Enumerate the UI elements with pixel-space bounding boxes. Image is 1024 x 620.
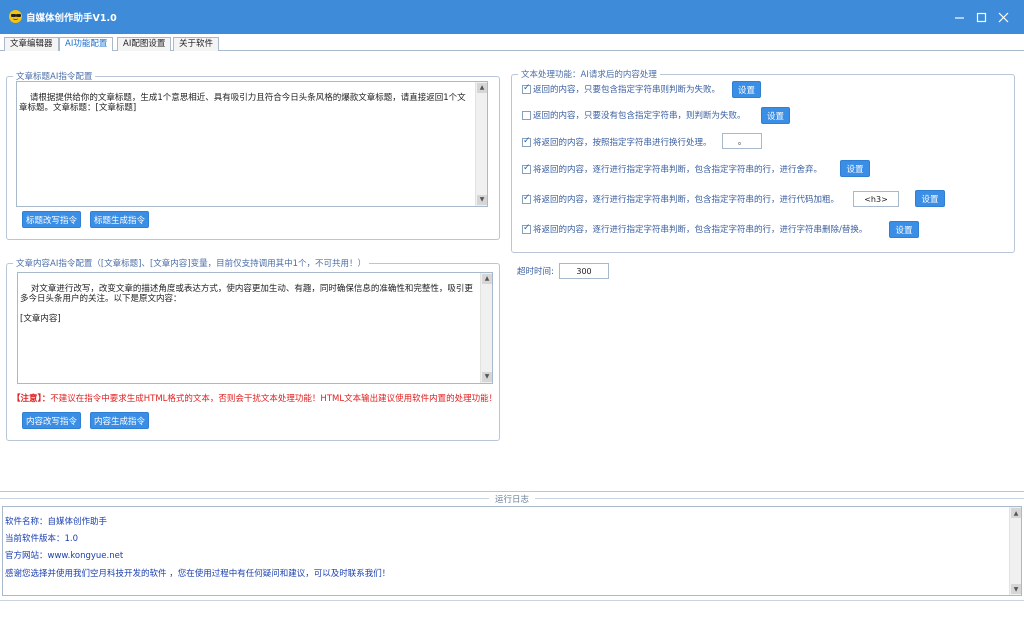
title-bar: 自媒体创作助手V1.0 xyxy=(0,0,1024,34)
tab-article-editor[interactable]: 文章编辑器 xyxy=(4,37,59,51)
checkbox-checked[interactable] xyxy=(522,136,531,147)
scroll-down-icon[interactable]: ▼ xyxy=(477,195,487,205)
minimize-icon xyxy=(954,16,964,19)
bold-tag-input[interactable]: <h3> xyxy=(853,191,899,207)
close-icon xyxy=(998,12,1008,22)
status-bar xyxy=(0,600,1024,620)
option-5-settings-button[interactable]: 设置 xyxy=(915,190,945,207)
log-entry: 当前软件版本：1.0 xyxy=(5,534,79,544)
content-rewrite-prompt-button[interactable]: 内容改写指令 xyxy=(22,412,81,429)
checkbox-unchecked[interactable] xyxy=(522,110,531,120)
app-logo-icon xyxy=(9,10,22,23)
content-generate-prompt-button[interactable]: 内容生成指令 xyxy=(90,412,149,429)
checkbox-checked[interactable] xyxy=(522,193,531,204)
warning-label: 【注意】： xyxy=(12,394,51,404)
content-prompt-legend: 文章内容AI指令配置（[文章标题]、[文章内容]变量，目前仅支持调用其中1个，不… xyxy=(16,259,366,269)
scroll-up-icon[interactable]: ▲ xyxy=(482,274,492,284)
text-processing-legend: 文本处理功能：AI请求后的内容处理 xyxy=(521,70,657,80)
option-fail-if-contains[interactable]: 返回的内容，只要包含指定字符串则判断为失败。 xyxy=(522,82,720,96)
log-textarea[interactable]: 软件名称：自媒体创作助手 当前软件版本：1.0 官方网站：www.kongyue… xyxy=(2,506,1022,596)
option-label: 返回的内容，只要包含指定字符串则判断为失败。 xyxy=(533,85,721,95)
ai-config-panel: 文章标题AI指令配置 请根据提供给你的文章标题，生成1个意思相近、具有吸引力且符… xyxy=(0,51,1024,491)
content-prompt-textarea[interactable]: 对文章进行改写，改变文章的描述角度或表达方式，使内容更加生动、有趣，同时确保信息… xyxy=(17,272,493,384)
maximize-icon xyxy=(976,12,986,22)
log-entry: 官方网站：www.kongyue.net xyxy=(5,551,124,561)
tab-strip: 文章编辑器 AI功能配置 AI配图设置 关于软件 xyxy=(0,34,1024,52)
option-line-break[interactable]: 将返回的内容，按照指定字符串进行换行处理。 xyxy=(522,135,712,149)
scroll-up-icon[interactable]: ▲ xyxy=(1011,508,1021,518)
title-rewrite-prompt-button[interactable]: 标题改写指令 xyxy=(22,211,81,228)
option-6-settings-button[interactable]: 设置 xyxy=(889,221,919,238)
option-label: 将返回的内容，逐行进行指定字符串判断，包含指定字符串的行，进行代码加粗。 xyxy=(533,195,840,205)
option-label: 返回的内容，只要没有包含指定字符串，则判断为失败。 xyxy=(533,111,746,121)
maximize-button[interactable] xyxy=(972,8,990,26)
scroll-up-icon[interactable]: ▲ xyxy=(477,83,487,93)
checkbox-checked[interactable] xyxy=(522,83,531,94)
option-label: 将返回的内容，逐行进行指定字符串判断，包含指定字符串的行，进行字符串删除/替换。 xyxy=(533,225,868,235)
title-prompt-textarea[interactable]: 请根据提供给你的文章标题，生成1个意思相近、具有吸引力且符合今日头条风格的爆款文… xyxy=(16,81,488,207)
log-scrollbar[interactable]: ▲ ▼ xyxy=(1009,507,1021,595)
title-prompt-text: 请根据提供给你的文章标题，生成1个意思相近、具有吸引力且符合今日头条风格的爆款文… xyxy=(19,93,466,113)
warning-text: 不建议在指令中要求生成HTML格式的文本，否则会干扰文本处理功能！HTML文本输… xyxy=(50,394,498,404)
timeout-input[interactable]: 300 xyxy=(559,263,609,279)
option-label: 将返回的内容，逐行进行指定字符串判断，包含指定字符串的行，进行舍弃。 xyxy=(533,165,823,175)
close-button[interactable] xyxy=(994,8,1012,26)
option-4-settings-button[interactable]: 设置 xyxy=(840,160,870,177)
tab-ai-image-settings[interactable]: AI配图设置 xyxy=(117,37,172,51)
checkbox-checked[interactable] xyxy=(522,223,531,234)
scroll-down-icon[interactable]: ▼ xyxy=(482,372,492,382)
timeout-label: 超时时间: xyxy=(517,267,554,277)
title-prompt-scrollbar[interactable]: ▲ ▼ xyxy=(475,82,487,206)
option-bold-lines[interactable]: 将返回的内容，逐行进行指定字符串判断，包含指定字符串的行，进行代码加粗。 xyxy=(522,192,839,206)
run-log-panel: 运行日志 软件名称：自媒体创作助手 当前软件版本：1.0 官方网站：www.ko… xyxy=(0,491,1024,620)
option-1-settings-button[interactable]: 设置 xyxy=(732,81,761,98)
minimize-button[interactable] xyxy=(950,8,968,26)
scroll-down-icon[interactable]: ▼ xyxy=(1011,584,1021,594)
option-label: 将返回的内容，按照指定字符串进行换行处理。 xyxy=(533,138,712,148)
option-fail-if-not-contains[interactable]: 返回的内容，只要没有包含指定字符串，则判断为失败。 xyxy=(522,108,746,122)
title-generate-prompt-button[interactable]: 标题生成指令 xyxy=(90,211,149,228)
html-warning: 【注意】：不建议在指令中要求生成HTML格式的文本，否则会干扰文本处理功能！HT… xyxy=(12,392,497,404)
option-discard-lines[interactable]: 将返回的内容，逐行进行指定字符串判断，包含指定字符串的行，进行舍弃。 xyxy=(522,162,822,176)
content-prompt-text: 对文章进行改写，改变文章的描述角度或表达方式，使内容更加生动、有趣，同时确保信息… xyxy=(20,284,473,324)
option-delete-replace[interactable]: 将返回的内容，逐行进行指定字符串判断，包含指定字符串的行，进行字符串删除/替换。 xyxy=(522,222,867,236)
tab-about[interactable]: 关于软件 xyxy=(173,37,220,51)
log-entry: 软件名称：自媒体创作助手 xyxy=(5,517,108,527)
tab-ai-config[interactable]: AI功能配置 xyxy=(59,37,114,52)
option-2-settings-button[interactable]: 设置 xyxy=(761,107,790,124)
content-prompt-scrollbar[interactable]: ▲ ▼ xyxy=(480,273,492,383)
log-entry: 感谢您选择并使用我们空月科技开发的软件 ，您在使用过程中有任何疑问和建议，可以及… xyxy=(5,569,391,579)
checkbox-checked[interactable] xyxy=(522,163,531,174)
window-title: 自媒体创作助手V1.0 xyxy=(26,13,117,24)
log-title: 运行日志 xyxy=(0,493,1024,505)
line-break-char-input[interactable]: 。 xyxy=(722,133,762,149)
